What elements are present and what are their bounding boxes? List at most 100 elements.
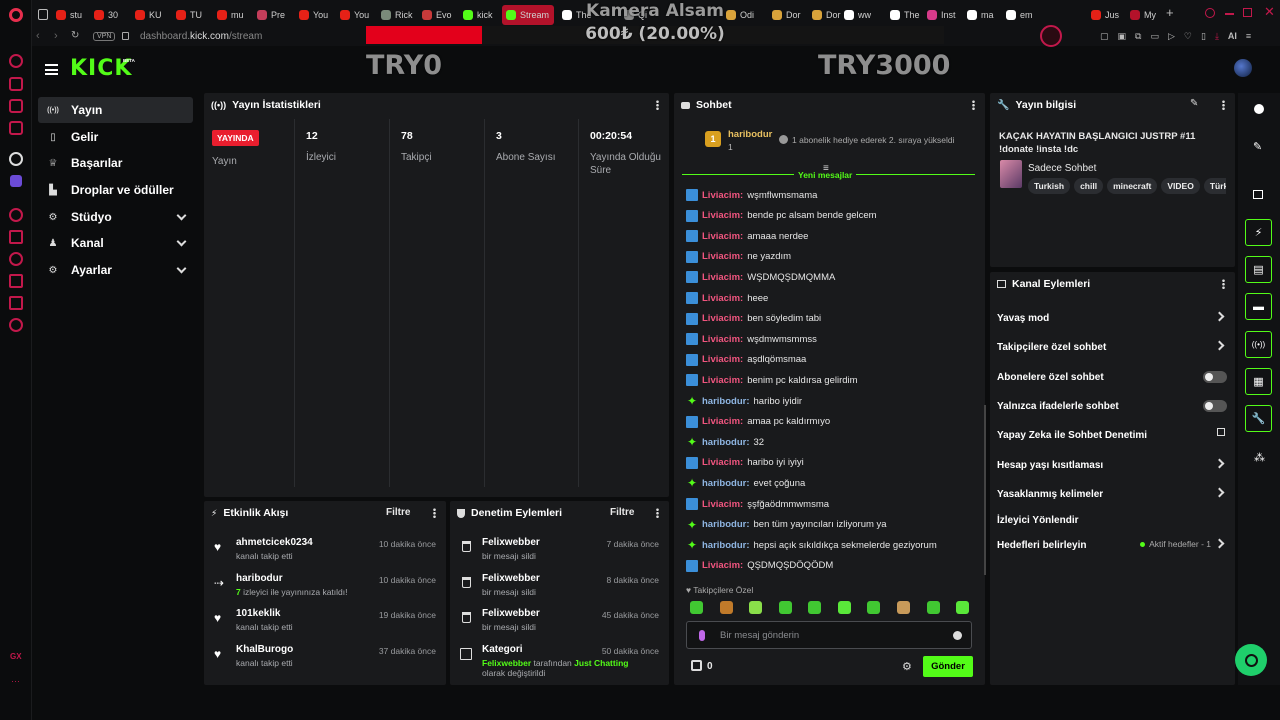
moderation-item[interactable]: Felixwebber bir mesajı sildi 7 dakika önce (460, 537, 659, 567)
clock-icon[interactable] (9, 252, 23, 266)
chat-message[interactable]: ✦ haribodur: ben tüm yayıncıları izliyorum… (686, 518, 976, 532)
edit-pencil-icon[interactable]: ✎ (1190, 98, 1198, 109)
browser-tab[interactable]: kick (463, 6, 499, 24)
more-icon[interactable]: ··· (11, 676, 20, 686)
browser-tab[interactable]: You (340, 6, 376, 24)
channel-action-item[interactable]: İzleyici Yönlendir (997, 510, 1227, 530)
user-avatar[interactable] (1234, 59, 1252, 77)
chat-message[interactable]: ✦ haribodur: evet çoğuna (686, 476, 976, 490)
browser-tab[interactable]: ww (844, 6, 880, 24)
maximize-button[interactable] (1243, 8, 1252, 17)
stream-info-menu-icon[interactable] (1222, 100, 1225, 110)
sidebar-item-studio[interactable]: ⚙ Stüdyo (38, 204, 193, 230)
chat-message[interactable]: Liviacim: WŞDMQŞDMQMMA (686, 270, 976, 284)
chat-username[interactable]: Liviacim: (702, 354, 743, 365)
forward-icon[interactable]: › (54, 30, 58, 42)
gx-label[interactable]: GX (10, 652, 22, 661)
browser-tab[interactable]: ma (967, 6, 1003, 24)
moderation-item[interactable]: Felixwebber bir mesajı sildi 8 dakika önce (460, 573, 659, 603)
sidebar-item-channel[interactable]: ♟ Kanal (38, 230, 193, 256)
support-chat-button[interactable] (1235, 644, 1267, 676)
broadcast-rail-button[interactable]: ((•)) (1245, 331, 1272, 358)
pinned-user[interactable]: haribodur (728, 129, 772, 140)
browser-tab[interactable]: mu (217, 6, 253, 24)
chat-username[interactable]: Liviacim: (702, 190, 743, 201)
activity-item[interactable]: ♥ KhalBurogo kanalı takip etti 37 dakika ön… (214, 644, 436, 674)
settings-gear-icon[interactable] (9, 318, 23, 332)
chat-rail-button[interactable]: ▬ (1245, 293, 1272, 320)
moderation-menu-icon[interactable] (656, 508, 659, 518)
chat-message[interactable]: Liviacim: benim pc kaldırsa gelirdim (686, 373, 976, 387)
apps-icon[interactable] (9, 230, 23, 244)
channel-action-item[interactable]: Yalnızca ifadelerle sohbet (997, 396, 1227, 416)
chat-message[interactable]: Liviacim: amaa pc kaldırmıyo (686, 415, 976, 429)
chevron-right-icon[interactable] (1214, 538, 1225, 549)
activity-item[interactable]: ⇢ haribodur 7 izleyici ile yayınınıza katı… (214, 573, 436, 603)
reload-icon[interactable]: ↻ (71, 30, 79, 41)
moderation-item[interactable]: Felixwebber bir mesajı sildi 45 dakika önc… (460, 608, 659, 638)
category-name[interactable]: Sadece Sohbet (1028, 163, 1096, 174)
channel-points-icon[interactable] (691, 660, 702, 671)
chat-username[interactable]: haribodur: (702, 437, 750, 448)
chevron-right-icon[interactable] (1214, 340, 1225, 351)
external-link-icon[interactable] (1217, 428, 1225, 436)
chat-username[interactable]: Liviacim: (702, 313, 743, 324)
battery-icon[interactable]: ▯ (1201, 31, 1206, 42)
emote-icon[interactable] (838, 601, 851, 614)
url-text[interactable]: dashboard.kick.com/stream (140, 31, 262, 42)
activity-filter-button[interactable]: Filtre (386, 507, 410, 518)
chevron-down-icon[interactable] (176, 236, 187, 247)
stats-menu-icon[interactable] (656, 100, 659, 110)
chat-username[interactable]: Liviacim: (702, 560, 743, 571)
chat-menu-icon[interactable] (972, 100, 975, 110)
activity-item[interactable]: ♥ ahmetcicek0234 kanalı takip etti 10 dakik… (214, 537, 436, 567)
chat-message[interactable]: Liviacim: wşmflwmsmama (686, 188, 976, 202)
browser-tab[interactable]: TU (176, 6, 212, 24)
channel-actions-menu-icon[interactable] (1222, 279, 1225, 289)
chat-scrollbar[interactable] (984, 405, 986, 575)
chat-message[interactable]: ✦ haribodur: hepsi açık sıkıldıkça sekmele… (686, 538, 976, 552)
browser-tab[interactable]: You (299, 6, 335, 24)
chat-message[interactable]: Liviacim: şşfğaödmmwmsma (686, 497, 976, 511)
mic-icon[interactable] (699, 630, 705, 641)
search-tabs-icon[interactable] (1205, 8, 1215, 18)
community-icon[interactable]: ⁂ (1254, 451, 1265, 464)
info-icon[interactable] (1254, 104, 1264, 114)
send-button[interactable]: Gönder (923, 656, 973, 677)
emote-icon[interactable] (956, 601, 969, 614)
chevron-right-icon[interactable] (1214, 458, 1225, 469)
snapshot-icon[interactable]: ▣ (1118, 31, 1127, 42)
activity-menu-icon[interactable] (433, 508, 436, 518)
browser-tab[interactable]: stu (56, 6, 92, 24)
moderator-name[interactable]: Felixwebber (482, 608, 540, 619)
chat-message[interactable]: Liviacim: heee (686, 291, 976, 305)
emote-icon[interactable] (690, 601, 703, 614)
activity-user[interactable]: KhalBurogo (236, 644, 293, 655)
emote-icon[interactable] (927, 601, 940, 614)
channel-action-item[interactable]: Yapay Zeka ile Sohbet Denetimi (997, 425, 1227, 445)
toggle-switch[interactable] (1203, 371, 1227, 383)
player-icon[interactable] (9, 99, 23, 113)
sidebar-item-broadcast[interactable]: ((•)) Yayın (38, 97, 193, 123)
twitch-icon[interactable] (9, 77, 23, 91)
chat-username[interactable]: haribodur: (702, 540, 750, 551)
chat-username[interactable]: Liviacim: (702, 416, 743, 427)
chat-message[interactable]: Liviacim: ben söyledim tabi (686, 312, 976, 326)
activity-user[interactable]: ahmetcicek0234 (236, 537, 313, 548)
chat-message[interactable]: Liviacim: haribo iyi iyiyi (686, 456, 976, 470)
chat-username[interactable]: haribodur: (702, 519, 750, 530)
new-tab-button[interactable]: + (1166, 5, 1174, 20)
chat-message[interactable]: Liviacim: amaaa nerdee (686, 229, 976, 243)
messenger-icon[interactable] (9, 54, 23, 68)
menu-icon[interactable]: ≡ (1246, 31, 1251, 42)
chat-username[interactable]: Liviacim: (702, 251, 743, 262)
vpn-badge[interactable]: VPN (93, 32, 116, 41)
activity-user[interactable]: 101keklik (236, 608, 281, 619)
chat-message[interactable]: Liviacim: wşdmwmsmmss (686, 332, 976, 346)
chat-username[interactable]: Liviacim: (702, 272, 743, 283)
chatgpt-icon[interactable] (9, 152, 23, 166)
emoji-icon[interactable] (953, 631, 962, 640)
sidebar-item-trophy[interactable]: ♕ Başarılar (38, 150, 193, 176)
tools-rail-button[interactable]: 🔧 (1245, 405, 1272, 432)
moderator-name[interactable]: Felixwebber (482, 573, 540, 584)
